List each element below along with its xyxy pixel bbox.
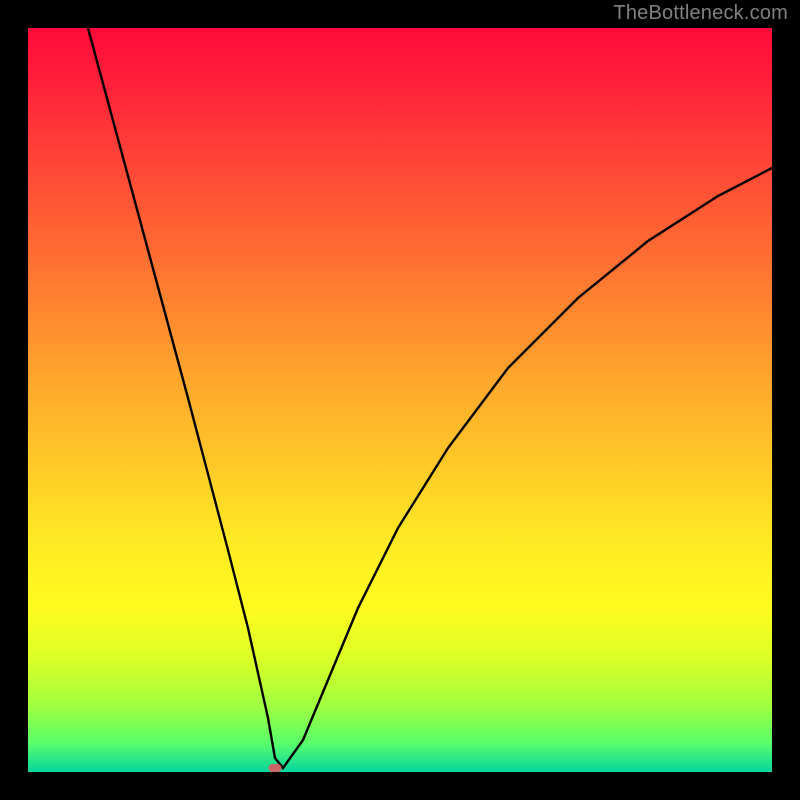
bottleneck-curve [28,28,772,772]
watermark-text: TheBottleneck.com [613,2,788,25]
chart-frame [28,28,772,772]
minimum-marker [269,764,282,772]
